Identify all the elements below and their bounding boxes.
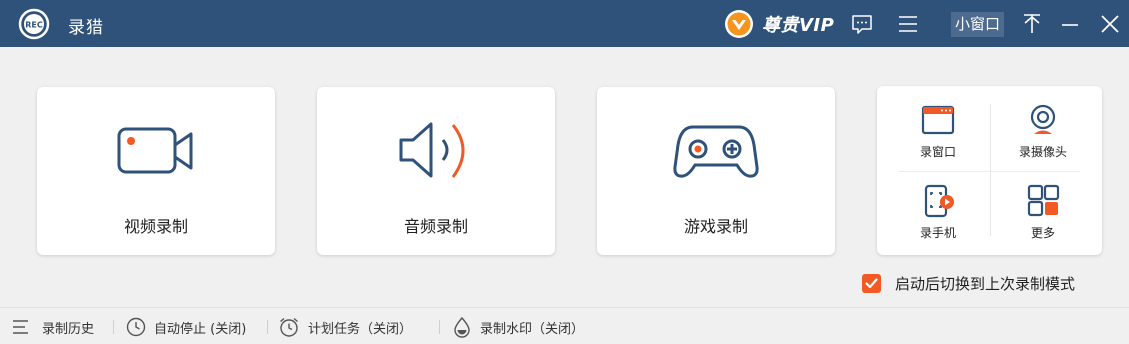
restore-last-mode-label: 启动后切换到上次录制模式	[895, 274, 1076, 293]
record-phone-button[interactable]: 录手机	[888, 184, 988, 254]
record-webcam-label: 录摄像头	[1018, 145, 1067, 159]
mini-window-button[interactable]: 小窗口	[951, 12, 1005, 37]
list-icon	[13, 320, 28, 334]
record-window-button[interactable]: 录窗口	[888, 103, 988, 173]
alarm-clock-icon	[280, 317, 298, 337]
video-record-card[interactable]: 视频录制	[37, 87, 275, 255]
audio-record-card[interactable]: 音频录制	[317, 87, 555, 255]
record-webcam-button[interactable]: 录摄像头	[993, 103, 1093, 173]
restore-last-mode-checkbox[interactable]	[862, 273, 881, 293]
title-bar: REC 录猎 尊贵VIP 小窗口	[0, 0, 1129, 47]
minimize-icon[interactable]	[1058, 12, 1082, 36]
scheduled-task-label: 计划任务（关闭）	[308, 321, 413, 337]
status-divider	[439, 320, 440, 334]
record-window-label: 录窗口	[919, 145, 956, 159]
vip-button[interactable]: 尊贵VIP	[724, 8, 834, 40]
video-record-label: 视频录制	[123, 217, 188, 236]
watermark-label: 录制水印（关闭）	[480, 321, 585, 337]
record-history-label: 录制历史	[42, 321, 95, 337]
tools-divider-vertical	[990, 104, 991, 236]
close-icon[interactable]	[1098, 12, 1122, 36]
menu-icon[interactable]	[896, 12, 920, 36]
game-record-label: 游戏录制	[683, 217, 748, 236]
speaker-icon	[399, 122, 465, 178]
more-tools-button[interactable]: 更多	[993, 184, 1093, 254]
tools-panel: 录窗口 录摄像头 录手机 更多	[877, 86, 1102, 255]
scheduled-task-button[interactable]: 计划任务（关闭）	[278, 316, 412, 338]
app-logo-icon: REC	[18, 8, 50, 40]
pin-icon[interactable]	[1020, 12, 1044, 36]
feedback-icon[interactable]	[850, 12, 874, 36]
app-title: 录猎	[68, 18, 104, 38]
more-tools-label: 更多	[1030, 226, 1055, 240]
water-drop-icon	[454, 316, 470, 338]
record-history-button[interactable]: 录制历史	[12, 316, 94, 338]
auto-stop-label: 自动停止 (关闭)	[154, 321, 247, 337]
audio-record-label: 音频录制	[403, 217, 468, 236]
record-phone-label: 录手机	[919, 226, 956, 240]
vip-label: 尊贵VIP	[762, 15, 835, 36]
restore-last-mode-option[interactable]: 启动后切换到上次录制模式	[862, 272, 1075, 294]
vip-badge-icon	[725, 10, 753, 38]
status-bar: 录制历史 自动停止 (关闭) 计划任务（关闭） 录制水印（关闭）	[0, 307, 1129, 344]
status-divider	[113, 320, 114, 334]
gamepad-icon	[673, 125, 759, 178]
auto-stop-button[interactable]: 自动停止 (关闭)	[126, 316, 246, 338]
svg-text:REC: REC	[25, 21, 43, 30]
status-divider	[267, 320, 268, 334]
grid-icon	[1027, 184, 1060, 217]
phone-icon	[924, 184, 954, 218]
clock-icon	[126, 317, 146, 337]
window-icon	[921, 105, 955, 135]
checkmark-icon	[865, 277, 878, 288]
webcam-icon	[1030, 104, 1056, 134]
video-camera-icon	[117, 127, 193, 174]
game-record-card[interactable]: 游戏录制	[597, 87, 835, 255]
watermark-button[interactable]: 录制水印（关闭）	[452, 316, 584, 338]
